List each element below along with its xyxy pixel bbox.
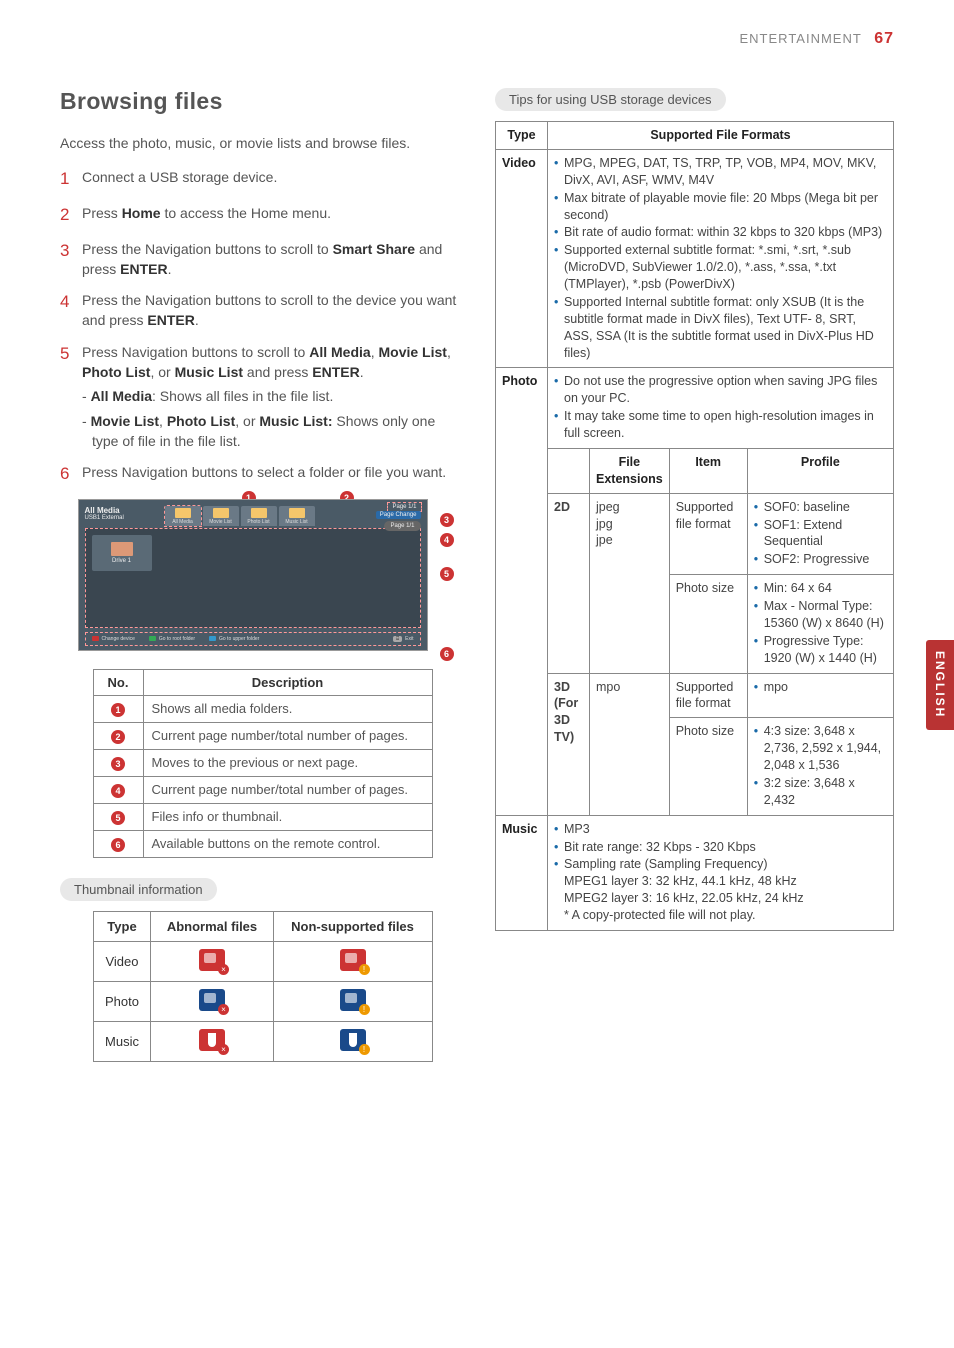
language-side-tab: ENGLISH — [926, 640, 954, 730]
thumbnail-info-pill: Thumbnail information — [60, 878, 217, 901]
step-body: Press Home to access the Home menu. — [82, 203, 465, 228]
formats-table: Type Supported File Formats Video MPG, M… — [495, 121, 894, 931]
right-column: Tips for using USB storage devices Type … — [495, 88, 894, 1062]
section-name: ENTERTAINMENT — [740, 31, 862, 46]
music-bullets: MP3 Bit rate range: 32 Kbps - 320 Kbps S… — [554, 821, 887, 924]
step-number: 4 — [60, 290, 82, 331]
mock-drive: Drive 1 — [92, 535, 152, 571]
step-number: 3 — [60, 239, 82, 280]
mock-tab: Music List — [279, 506, 315, 526]
step-body: Connect a USB storage device. — [82, 167, 465, 192]
step-number: 6 — [60, 462, 82, 487]
sub-item: - Movie List, Photo List, or Music List:… — [82, 411, 465, 452]
sub-item: - All Media: Shows all files in the file… — [82, 386, 465, 406]
step-body: Press the Navigation buttons to scroll t… — [82, 290, 465, 331]
tips-pill: Tips for using USB storage devices — [495, 88, 726, 111]
callout-3: 3 — [440, 513, 454, 527]
thumb-type: Video — [93, 941, 151, 981]
thumb-type: Photo — [93, 981, 151, 1021]
type-music: Music — [496, 815, 548, 930]
callout-5: 5 — [440, 567, 454, 581]
page-number: 67 — [874, 30, 894, 47]
video-abnormal-icon: × — [199, 949, 225, 971]
mock-tab: All Media — [165, 506, 201, 526]
photo-3d: 3D (For 3D TV) — [548, 673, 590, 815]
step-number: 5 — [60, 342, 82, 451]
mock-page-indicator: Page 1/1 — [384, 521, 420, 531]
type-photo: Photo — [496, 368, 548, 815]
callout-6: 6 — [440, 647, 454, 661]
page-title: Browsing files — [60, 88, 465, 115]
photo-unsupported-icon: ! — [340, 989, 366, 1011]
video-unsupported-icon: ! — [340, 949, 366, 971]
step-number: 1 — [60, 167, 82, 192]
video-bullets: MPG, MPEG, DAT, TS, TRP, TP, VOB, MP4, M… — [554, 155, 887, 362]
page-header: ENTERTAINMENT 67 — [60, 30, 894, 48]
photo-abnormal-icon: × — [199, 989, 225, 1011]
mock-footer: Change device Go to root folder Go to up… — [85, 632, 421, 646]
left-column: Browsing files Access the photo, music, … — [60, 88, 465, 1062]
thumbnail-table: Type Abnormal files Non-supported files … — [93, 911, 433, 1062]
mock-tab: Photo List — [241, 506, 277, 526]
mock-device: USB1 External — [85, 515, 124, 522]
mock-page-indicator: Page 1/1 — [388, 503, 420, 511]
thumb-type: Music — [93, 1021, 151, 1061]
callout-4: 4 — [440, 533, 454, 547]
step-body: Press the Navigation buttons to scroll t… — [82, 239, 465, 280]
music-abnormal-icon: × — [199, 1029, 225, 1051]
ui-screenshot: 1 2 3 4 5 6 All Media USB1 External All … — [78, 499, 448, 651]
step-body: Press Navigation buttons to scroll to Al… — [82, 342, 465, 451]
photo-bullets: Do not use the progressive option when s… — [554, 373, 887, 442]
step-body: Press Navigation buttons to select a fol… — [82, 462, 465, 487]
intro-text: Access the photo, music, or movie lists … — [60, 133, 465, 153]
mock-title: All Media — [85, 506, 124, 516]
music-unsupported-icon: ! — [340, 1029, 366, 1051]
description-table: No.Description 1Shows all media folders.… — [93, 669, 433, 858]
type-video: Video — [496, 149, 548, 368]
mock-tab: Movie List — [203, 506, 239, 526]
mock-page-change: Page Change — [376, 511, 421, 519]
steps-list: 1 Connect a USB storage device. 2 Press … — [60, 167, 465, 487]
photo-2d: 2D — [548, 493, 590, 673]
step-number: 2 — [60, 203, 82, 228]
